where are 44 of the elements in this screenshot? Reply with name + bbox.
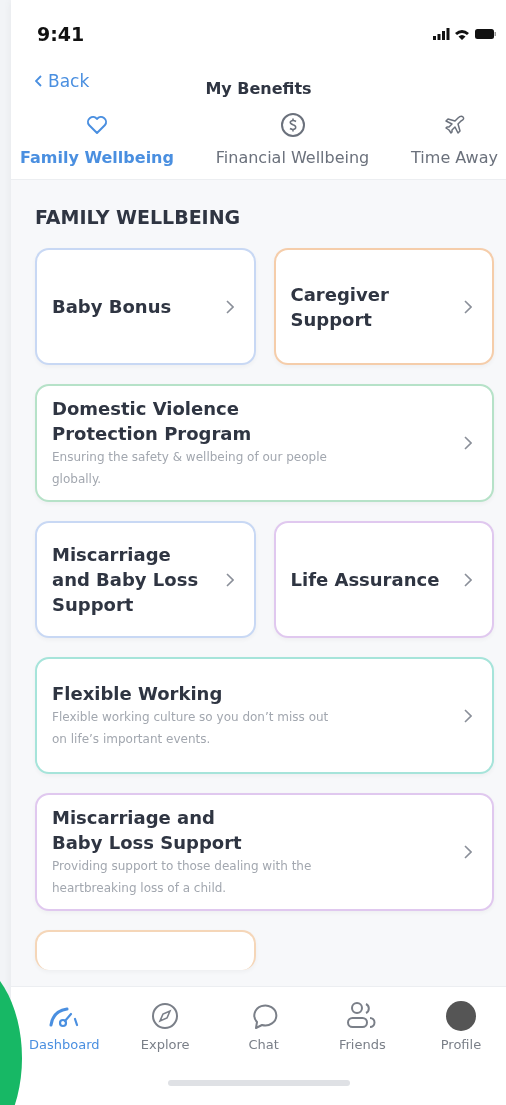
nav-tab[interactable]: Dashboard [27,1001,102,1052]
card-title: Miscarriage and Baby Loss Support [52,806,243,855]
section-title: FAMILY WELLBEING [35,206,242,228]
benefit-card[interactable]: Caregiver Support [273,248,494,365]
card-title: Caregiver Support [290,282,390,332]
benefit-card[interactable]: Flexible Working Flexible working culture so you don’t miss out on life’s important events. [35,657,494,774]
benefit-card[interactable]: Baby Bonus [35,248,256,365]
dollar-icon [279,112,306,138]
signal-icon [433,28,450,40]
benefit-card[interactable]: Domestic Violence Protection Program Ensuring the safety & wellbeing of our people globally. [35,384,494,502]
nav-tab[interactable]: Profile [425,1001,496,1052]
chevron-right-icon [464,572,472,587]
compass-icon [151,1001,180,1031]
chevron-right-icon [464,436,472,450]
card-description: Providing support to those dealing with the heartbreaking loss of a child. [52,858,313,897]
benefit-card[interactable]: Miscarriage and Baby Loss Support [35,521,256,638]
benefit-card[interactable] [35,930,256,970]
category-tab[interactable]: Financial Wellbeing [215,112,370,167]
chevron-right-icon [225,572,234,587]
card-title: Flexible Working [52,682,224,706]
battery-icon [475,29,496,39]
benefit-card[interactable]: Life Assurance [273,521,494,638]
card-description: Ensuring the safety & wellbeing of our people globally. [52,449,328,488]
card-title: Life Assurance [290,568,440,592]
card-title: Domestic Violence Protection Program [52,397,253,446]
benefit-card[interactable]: Miscarriage and Baby Loss Support Providing support to those dealing with the heartbreaking loss of a child. [35,793,494,911]
chevron-right-icon [464,845,472,859]
card-title: Baby Bonus [52,295,172,319]
screen-title: My Benefits [205,79,312,98]
category-tab[interactable]: Family Wellbeing [20,112,174,167]
nav-tab[interactable]: Explore [130,1001,201,1052]
chevron-right-icon [464,708,472,723]
avatar-placeholder [445,1001,476,1031]
card-description: Flexible working culture so you don’t miss out on life’s important events. [52,709,330,748]
nav-tab[interactable]: Chat [228,1001,299,1052]
status-time: 9:41 [37,23,85,45]
chevron-right-icon [464,299,472,314]
wifi-icon [455,28,470,40]
card-title: Miscarriage and Baby Loss Support [52,543,200,617]
back-button[interactable]: Back [35,71,90,91]
nav-tab[interactable]: Friends [327,1001,398,1052]
chevron-right-icon [225,299,234,314]
category-tab[interactable]: Time Away [411,112,498,167]
chevron-left-icon [35,75,42,87]
